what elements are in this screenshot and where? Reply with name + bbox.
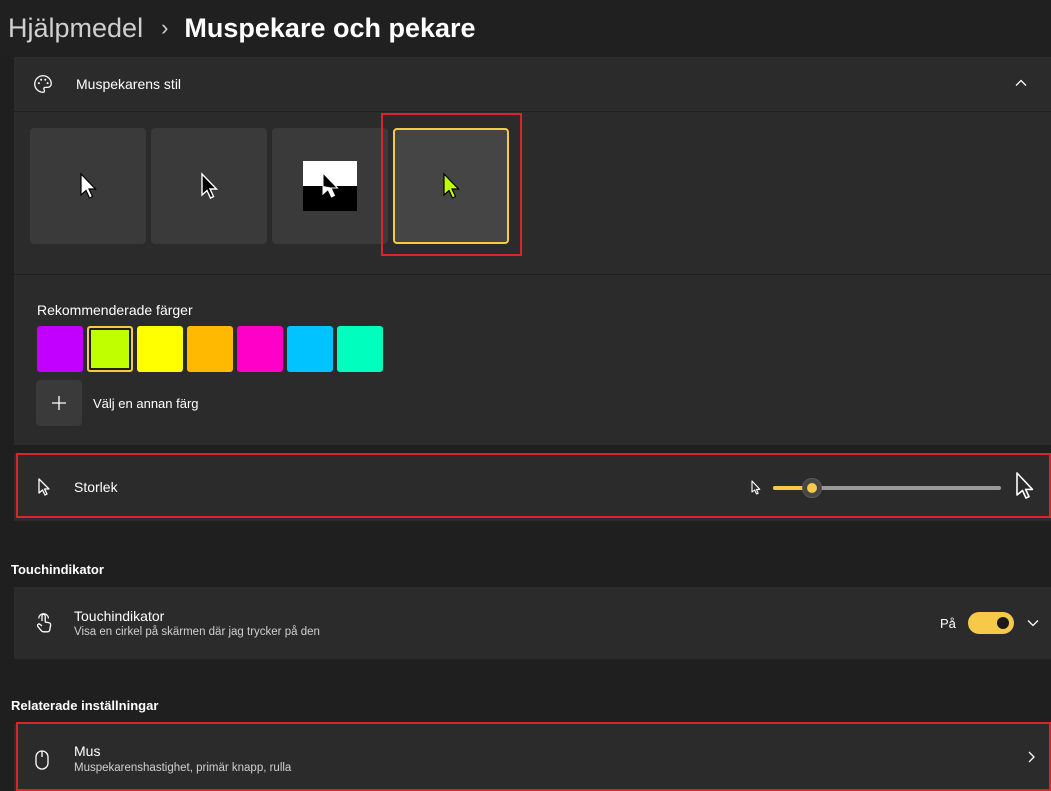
style-tile-inverted[interactable] bbox=[272, 128, 388, 244]
toggle-knob bbox=[997, 617, 1009, 629]
related-settings-heading: Relaterade inställningar bbox=[11, 698, 159, 713]
chevron-right-icon[interactable] bbox=[1024, 750, 1038, 764]
touch-indicator-card bbox=[14, 587, 1051, 659]
touch-section-heading: Touchindikator bbox=[11, 562, 104, 577]
breadcrumb: Hjälpmedel › Muspekare och pekare bbox=[0, 0, 1051, 56]
color-swatch[interactable] bbox=[237, 326, 283, 372]
mouse-settings-card[interactable] bbox=[14, 724, 1051, 791]
breadcrumb-parent[interactable]: Hjälpmedel bbox=[8, 13, 143, 44]
mouse-subtitle: Muspekarenshastighet, primär knapp, rull… bbox=[74, 762, 292, 774]
white-cursor-icon bbox=[80, 172, 97, 199]
style-tile-white[interactable] bbox=[30, 128, 146, 244]
style-tile-custom[interactable] bbox=[393, 128, 509, 244]
touch-icon bbox=[36, 613, 52, 633]
touch-indicator-toggle[interactable] bbox=[968, 612, 1014, 634]
small-cursor-icon bbox=[751, 480, 761, 495]
palette-icon bbox=[34, 75, 52, 93]
recommended-colors-title: Rekommenderade färger bbox=[37, 302, 193, 318]
inverted-cursor-icon bbox=[303, 161, 357, 211]
color-swatch[interactable] bbox=[287, 326, 333, 372]
mouse-icon bbox=[35, 750, 49, 770]
touch-indicator-subtitle: Visa en cirkel på skärmen där jag trycke… bbox=[74, 626, 320, 638]
pointer-style-header[interactable]: Muspekarens stil bbox=[14, 57, 1051, 111]
color-swatch[interactable] bbox=[37, 326, 83, 372]
cursor-icon bbox=[38, 478, 50, 496]
toggle-state-label: På bbox=[940, 616, 956, 631]
size-slider-thumb-dot bbox=[806, 483, 817, 493]
breadcrumb-separator: › bbox=[161, 15, 169, 40]
page-title: Muspekare och pekare bbox=[184, 12, 476, 43]
size-label: Storlek bbox=[74, 479, 118, 495]
color-swatch[interactable] bbox=[337, 326, 383, 372]
touch-indicator-title: Touchindikator bbox=[74, 608, 165, 624]
plus-icon bbox=[52, 396, 66, 410]
color-swatch[interactable] bbox=[87, 326, 133, 372]
custom-color-cursor-icon bbox=[443, 172, 460, 199]
chevron-down-icon[interactable] bbox=[1026, 616, 1040, 630]
black-cursor-icon bbox=[201, 172, 219, 199]
choose-other-color-label[interactable]: Välj en annan färg bbox=[93, 396, 199, 411]
mouse-title: Mus bbox=[74, 743, 101, 759]
pointer-style-title: Muspekarens stil bbox=[76, 76, 182, 92]
add-color-button[interactable] bbox=[36, 380, 82, 426]
color-swatch[interactable] bbox=[187, 326, 233, 372]
large-cursor-icon bbox=[1016, 472, 1034, 499]
chevron-up-icon[interactable] bbox=[1013, 75, 1029, 91]
color-swatch[interactable] bbox=[137, 326, 183, 372]
style-tile-black[interactable] bbox=[151, 128, 267, 244]
size-slider-thumb[interactable] bbox=[801, 478, 822, 498]
